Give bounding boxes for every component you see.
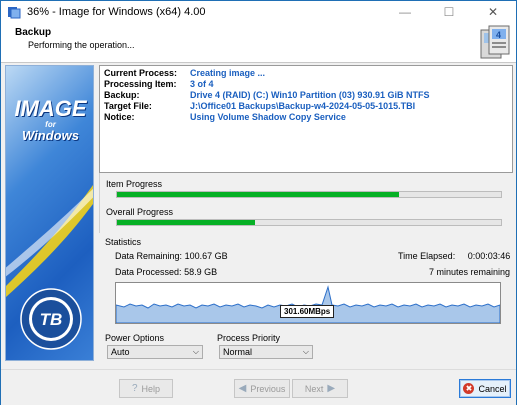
- info-row: Notice: Using Volume Shadow Copy Service: [104, 112, 346, 123]
- data-remaining: Data Remaining: 100.67 GB: [115, 251, 228, 261]
- previous-label: Previous: [250, 383, 286, 394]
- progress-section: Item Progress Overall Progress: [99, 173, 513, 233]
- cancel-button[interactable]: ✖ Cancel: [459, 379, 511, 398]
- svg-text:4: 4: [496, 30, 501, 40]
- info-row: Processing Item: 3 of 4: [104, 79, 214, 90]
- product-banner: IMAGE for Windows TB: [5, 65, 94, 361]
- time-elapsed-value: 0:00:03:46: [467, 251, 511, 261]
- chevron-down-icon: ⌵: [302, 347, 309, 356]
- info-value: Drive 4 (RAID) (C:) Win10 Partition (03)…: [190, 90, 430, 100]
- title-bar: 36% - Image for Windows (x64) 4.00 — ☐ ✕: [1, 1, 516, 23]
- item-progress-label: Item Progress: [106, 179, 163, 189]
- banner-windows-text: Windows: [22, 128, 79, 143]
- process-priority-select[interactable]: Normal ⌵: [219, 345, 313, 359]
- info-label: Backup:: [104, 90, 140, 100]
- data-processed: Data Processed: 58.9 GB: [115, 267, 217, 277]
- info-value: 3 of 4: [190, 79, 214, 89]
- next-button[interactable]: Next ▶: [292, 379, 348, 398]
- overall-progress-label: Overall Progress: [106, 207, 174, 217]
- wizard-footer: ? Help ◀ Previous Next ▶ ✖ Cancel: [1, 369, 516, 405]
- power-options-select[interactable]: Auto ⌵: [107, 345, 203, 359]
- statistics-section: Statistics Data Remaining: 100.67 GB Dat…: [99, 233, 513, 329]
- cancel-label: Cancel: [478, 383, 507, 394]
- arrow-right-icon: ▶: [327, 383, 336, 394]
- page-subtitle: Performing the operation...: [28, 40, 135, 50]
- terabyte-unlimited-seal-icon: TB: [20, 288, 82, 350]
- help-button[interactable]: ? Help: [119, 379, 173, 398]
- window-title: 36% - Image for Windows (x64) 4.00: [27, 6, 206, 18]
- wizard-header: Backup Performing the operation... 4: [1, 23, 516, 63]
- next-label: Next: [304, 383, 324, 394]
- data-processed-value: 58.9 GB: [184, 267, 218, 277]
- item-progress-fill: [117, 192, 400, 197]
- info-row: Current Process: Creating image ...: [104, 68, 265, 79]
- transfer-speed-graph: 301.60MBps: [115, 282, 501, 324]
- banner-image-text: IMAGE: [14, 96, 87, 121]
- info-value: J:\Office01 Backups\Backup-w4-2024-05-05…: [190, 101, 416, 111]
- process-priority-label: Process Priority: [217, 333, 281, 343]
- info-value: Using Volume Shadow Copy Service: [190, 112, 346, 122]
- data-remaining-value: 100.67 GB: [184, 251, 228, 261]
- cancel-icon: ✖: [463, 383, 475, 394]
- info-row: Target File: J:\Office01 Backups\Backup-…: [104, 101, 415, 112]
- help-label: Help: [141, 383, 161, 394]
- time-elapsed-label: Time Elapsed:: [398, 251, 456, 261]
- chevron-down-icon: ⌵: [192, 347, 199, 356]
- app-window: 36% - Image for Windows (x64) 4.00 — ☐ ✕…: [0, 0, 517, 405]
- overall-progress-fill: [117, 220, 256, 225]
- time-remaining: 7 minutes remaining: [429, 267, 511, 277]
- statistics-title: Statistics: [105, 237, 142, 247]
- info-label: Notice:: [104, 112, 135, 122]
- item-progress-bar: [116, 191, 502, 198]
- banner-swoosh-graphic: [6, 184, 93, 298]
- svg-text:TB: TB: [40, 310, 63, 329]
- info-label: Processing Item:: [104, 79, 177, 89]
- previous-button[interactable]: ◀ Previous: [234, 379, 290, 398]
- maximize-button[interactable]: ☐: [427, 1, 471, 23]
- process-priority-value: Normal: [223, 347, 253, 357]
- image-for-windows-logo-icon: 4: [480, 25, 510, 59]
- arrow-left-icon: ◀: [238, 383, 247, 394]
- close-button[interactable]: ✕: [471, 1, 515, 23]
- speed-readout: 301.60MBps: [280, 305, 335, 318]
- info-label: Current Process:: [104, 68, 178, 78]
- overall-progress-bar: [116, 219, 502, 226]
- help-icon: ?: [131, 383, 138, 394]
- info-row: Backup: Drive 4 (RAID) (C:) Win10 Partit…: [104, 90, 429, 101]
- power-options-value: Auto: [111, 347, 130, 357]
- info-label: Target File:: [104, 101, 152, 111]
- app-icon: [8, 7, 21, 19]
- data-remaining-label: Data Remaining:: [115, 251, 183, 261]
- power-options-label: Power Options: [105, 333, 165, 343]
- page-title: Backup: [15, 27, 52, 38]
- data-processed-label: Data Processed:: [115, 267, 182, 277]
- minimize-button[interactable]: —: [383, 1, 427, 23]
- info-value: Creating image ...: [190, 68, 266, 78]
- operation-details-panel: Current Process: Creating image ... Proc…: [99, 65, 513, 173]
- time-elapsed: Time Elapsed: 0:00:03:46: [398, 251, 510, 261]
